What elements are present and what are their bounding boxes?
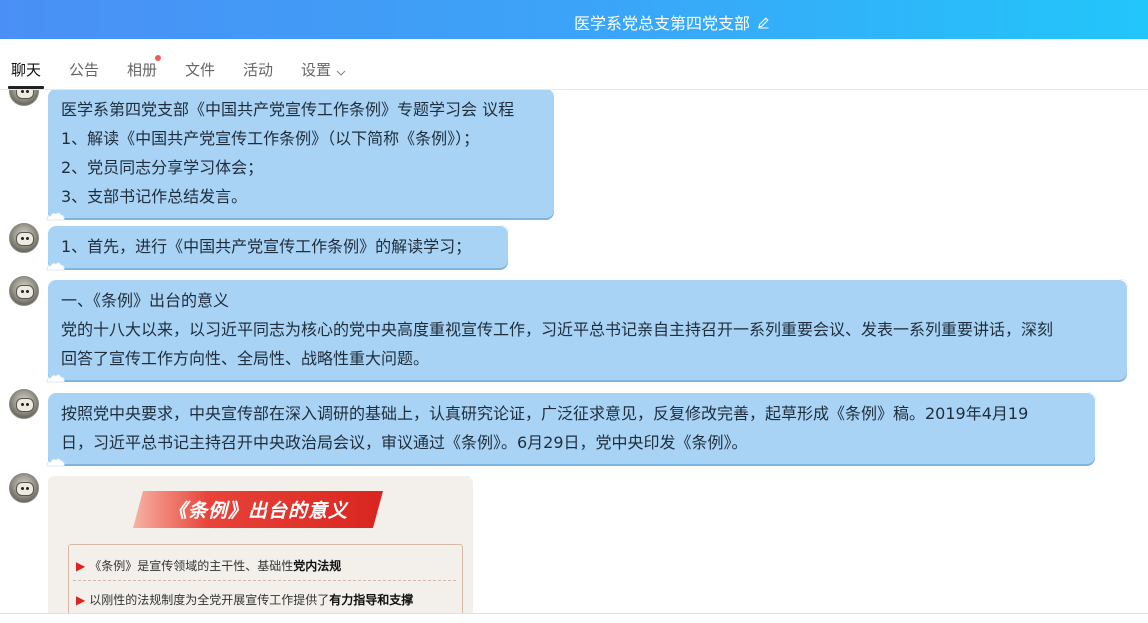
tab-album[interactable]: 相册 bbox=[127, 55, 162, 80]
tab-bar: 聊天 公告 相册 文件 活动 设置 bbox=[0, 39, 1148, 90]
image-bullet: ▶ 以刚性的法规制度为全党开展宣传工作提供了有力指导和支撑 bbox=[76, 591, 413, 608]
cloud-decoration-icon bbox=[46, 262, 65, 271]
image-bullet-bold: 有力指导和支撑 bbox=[329, 593, 414, 607]
chat-message-list[interactable]: 医学系第四党支部《中国共产党宣传工作条例》专题学习会 议程 1、解读《中国共产党… bbox=[0, 90, 1148, 613]
avatar[interactable] bbox=[9, 223, 39, 253]
dashed-divider bbox=[73, 580, 456, 581]
message-text: 一、《条例》出台的意义 bbox=[61, 291, 230, 310]
notification-dot bbox=[155, 55, 162, 61]
image-bullet-text: 以刚性的法规制度为全党开展宣传工作提供了 bbox=[89, 593, 330, 607]
message-bubble[interactable]: 1、首先，进行《中国共产党宣传工作条例》的解读学习； bbox=[46, 225, 509, 271]
tab-announcements-label: 公告 bbox=[69, 61, 100, 79]
cloud-decoration-icon bbox=[46, 458, 65, 467]
message-text: 回答了宣传工作方向性、全局性、战略性重大问题。 bbox=[61, 349, 430, 368]
message-bubble[interactable]: 按照党中央要求，中央宣传部在深入调研的基础上，认真研究论证，广泛征求意见，反复修… bbox=[46, 392, 1096, 467]
tab-files-label: 文件 bbox=[185, 61, 216, 79]
message-bubble[interactable]: 医学系第四党支部《中国共产党宣传工作条例》专题学习会 议程 1、解读《中国共产党… bbox=[46, 90, 554, 221]
window-title-bar: 医学系党总支第四党支部 bbox=[0, 0, 1148, 39]
image-bullet-bold: 党内法规 bbox=[293, 559, 342, 573]
edit-pencil-icon[interactable] bbox=[757, 16, 770, 29]
tab-settings[interactable]: 设置 bbox=[301, 59, 346, 80]
message-text: 党的十八大以来，以习近平同志为核心的党中央高度重视宣传工作，习近平总书记亲自主持… bbox=[61, 320, 1054, 339]
tab-chat-label: 聊天 bbox=[11, 61, 42, 79]
message-text: 1、首先，进行《中国共产党宣传工作条例》的解读学习； bbox=[61, 237, 472, 256]
message-text: 1、解读《中国共产党宣传工作条例》（以下简称《条例》）； bbox=[61, 129, 480, 148]
cloud-decoration-icon bbox=[46, 212, 65, 221]
triangle-bullet-icon: ▶ bbox=[76, 593, 86, 607]
triangle-bullet-icon: ▶ bbox=[76, 559, 86, 573]
bubble-corner bbox=[1088, 392, 1096, 400]
input-area-edge bbox=[0, 613, 1148, 623]
message-text: 3、支部书记作总结发言。 bbox=[61, 187, 248, 206]
tab-activities-label: 活动 bbox=[243, 61, 274, 79]
bubble-corner bbox=[1120, 279, 1128, 287]
image-banner-title: 《条例》出台的意义 bbox=[133, 491, 383, 528]
tab-files[interactable]: 文件 bbox=[185, 59, 215, 80]
tab-activities[interactable]: 活动 bbox=[243, 59, 273, 80]
message-bubble[interactable]: 一、《条例》出台的意义 党的十八大以来，以习近平同志为核心的党中央高度重视宣传工… bbox=[46, 279, 1128, 383]
tab-chat[interactable]: 聊天 bbox=[7, 59, 45, 89]
image-bullet-text: 《条例》是宣传领域的主干性、基础性 bbox=[89, 559, 294, 573]
image-message[interactable]: 《条例》出台的意义 ▶ 《条例》是宣传领域的主干性、基础性党内法规 ▶ 以刚性的法规… bbox=[48, 476, 473, 613]
avatar[interactable] bbox=[9, 90, 39, 106]
message-text: 日，习近平总书记主持召开中央政治局会议，审议通过《条例》。6月29日，党中央印发… bbox=[61, 433, 748, 452]
group-title: 医学系党总支第四党支部 bbox=[574, 14, 751, 33]
chevron-down-icon bbox=[336, 62, 346, 80]
message-text: 2、党员同志分享学习体会； bbox=[61, 158, 264, 177]
tab-announcements[interactable]: 公告 bbox=[69, 59, 99, 80]
message-text: 医学系第四党支部《中国共产党宣传工作条例》专题学习会 议程 bbox=[61, 100, 515, 119]
avatar[interactable] bbox=[9, 276, 39, 306]
avatar[interactable] bbox=[9, 389, 39, 419]
cloud-decoration-icon bbox=[46, 374, 65, 383]
tab-settings-label: 设置 bbox=[301, 61, 332, 79]
bubble-corner bbox=[501, 225, 509, 233]
tab-album-label: 相册 bbox=[127, 61, 158, 79]
message-text: 按照党中央要求，中央宣传部在深入调研的基础上，认真研究论证，广泛征求意见，反复修… bbox=[61, 404, 1029, 423]
image-bullet: ▶ 《条例》是宣传领域的主干性、基础性党内法规 bbox=[76, 557, 341, 574]
avatar[interactable] bbox=[9, 473, 39, 503]
